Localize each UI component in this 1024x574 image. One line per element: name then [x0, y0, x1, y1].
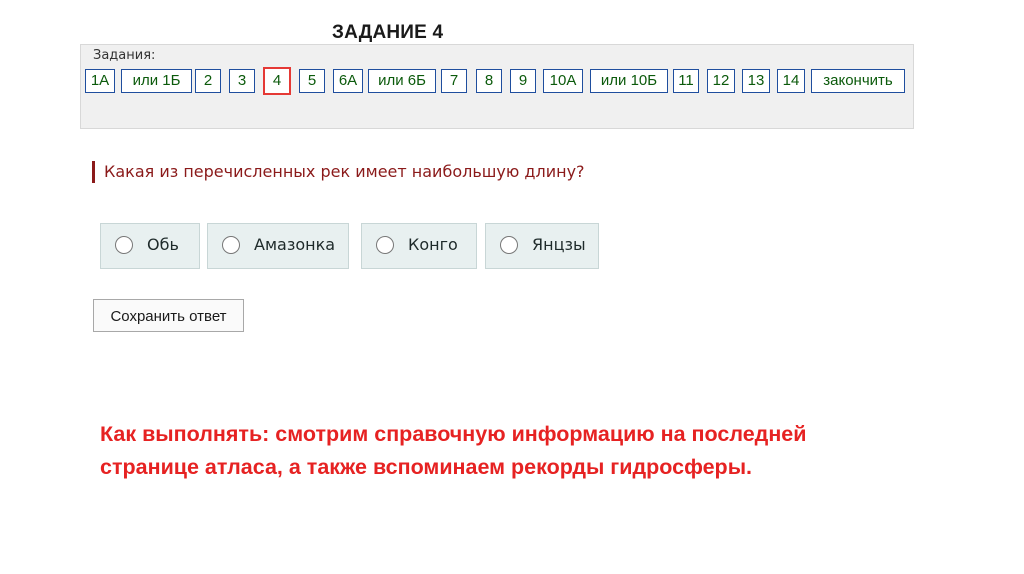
task-button-11[interactable]: 11	[673, 69, 699, 93]
finish-button[interactable]: закончить	[811, 69, 905, 93]
task-button-2[interactable]: 2	[195, 69, 221, 93]
task-button-7[interactable]: 7	[441, 69, 467, 93]
answer-label: Конго	[408, 235, 458, 254]
answer-option-yangtze[interactable]: Янцзы	[485, 223, 599, 269]
radio-button[interactable]	[115, 236, 133, 254]
task-panel: Задания: 1А или 1Б 2 3 4 5 6А или 6Б 7 8…	[80, 44, 914, 129]
task-button-10a[interactable]: 10А	[543, 69, 583, 93]
answer-option-congo[interactable]: Конго	[361, 223, 477, 269]
task-button-1b[interactable]: или 1Б	[121, 69, 192, 93]
task-button-8[interactable]: 8	[476, 69, 502, 93]
task-button-14[interactable]: 14	[777, 69, 805, 93]
slide-title: ЗАДАНИЕ 4	[332, 22, 444, 43]
instruction-text: Как выполнять: смотрим справочную информ…	[100, 418, 920, 484]
task-button-10b[interactable]: или 10Б	[590, 69, 668, 93]
task-button-4[interactable]: 4	[263, 67, 291, 95]
task-button-13[interactable]: 13	[742, 69, 770, 93]
instruction-line-2: странице атласа, а также вспоминаем реко…	[100, 455, 753, 479]
task-button-6b[interactable]: или 6Б	[368, 69, 436, 93]
task-panel-label: Задания:	[93, 48, 156, 63]
answer-label: Янцзы	[532, 235, 586, 254]
task-button-6a[interactable]: 6А	[333, 69, 363, 93]
answer-option-amazon[interactable]: Амазонка	[207, 223, 349, 269]
question-text: Какая из перечисленных рек имеет наиболь…	[92, 161, 585, 183]
save-answer-button[interactable]: Сохранить ответ	[93, 299, 244, 332]
radio-button[interactable]	[222, 236, 240, 254]
answer-label: Обь	[147, 235, 179, 254]
task-button-3[interactable]: 3	[229, 69, 255, 93]
radio-button[interactable]	[500, 236, 518, 254]
task-button-5[interactable]: 5	[299, 69, 325, 93]
task-button-12[interactable]: 12	[707, 69, 735, 93]
instruction-line-1: Как выполнять: смотрим справочную информ…	[100, 422, 807, 446]
answer-option-ob[interactable]: Обь	[100, 223, 200, 269]
task-button-1a[interactable]: 1А	[85, 69, 115, 93]
task-button-9[interactable]: 9	[510, 69, 536, 93]
radio-button[interactable]	[376, 236, 394, 254]
answer-label: Амазонка	[254, 235, 336, 254]
